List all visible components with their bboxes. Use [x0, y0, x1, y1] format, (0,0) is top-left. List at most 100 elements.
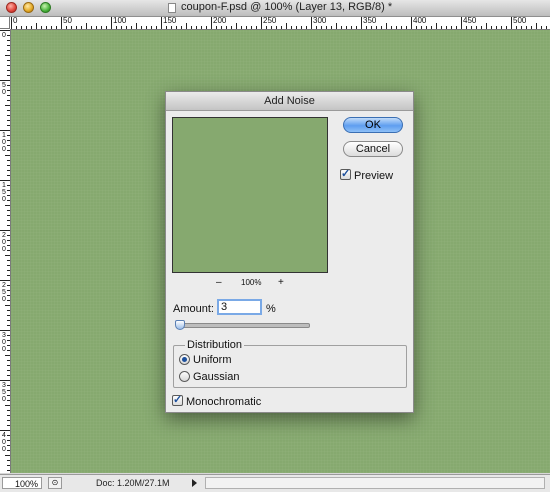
ruler-tick: [7, 320, 10, 321]
ruler-tick: [36, 23, 37, 29]
ruler-tick: [7, 50, 10, 51]
preview-zoom-in-button[interactable]: +: [278, 277, 284, 288]
ruler-tick: [7, 235, 10, 236]
ruler-origin-corner[interactable]: [0, 17, 10, 29]
ruler-label: 150: [163, 17, 177, 25]
amount-slider-track[interactable]: [178, 323, 310, 328]
ruler-tick: [121, 26, 122, 29]
ruler-tick: [206, 26, 207, 29]
ruler-tick: [66, 26, 67, 29]
gaussian-radio[interactable]: [179, 371, 190, 382]
ruler-tick: [511, 17, 512, 29]
vertical-ruler[interactable]: 0 50 100 150 200 250 300 350 400: [0, 29, 11, 473]
ruler-tick: [7, 90, 10, 91]
ok-button[interactable]: OK: [343, 117, 403, 133]
ruler-tick: [16, 26, 17, 29]
ruler-tick: [7, 145, 10, 146]
preview-zoom-out-button[interactable]: –: [216, 277, 222, 288]
ruler-tick: [7, 35, 10, 36]
document-icon: [168, 3, 176, 13]
ruler-tick: [471, 26, 472, 29]
ruler-tick: [536, 23, 537, 29]
ruler-tick: [291, 26, 292, 29]
ruler-tick: [7, 450, 10, 451]
ruler-tick: [41, 26, 42, 29]
ruler-tick: [236, 23, 237, 29]
ruler-tick: [526, 26, 527, 29]
ruler-tick: [91, 26, 92, 29]
ruler-tick: [266, 26, 267, 29]
ruler-tick: [7, 200, 10, 201]
ruler-tick: [101, 26, 102, 29]
minimize-button[interactable]: [23, 2, 34, 13]
ruler-tick: [7, 115, 10, 116]
ruler-tick: [26, 26, 27, 29]
ruler-tick: [161, 17, 162, 29]
ruler-tick: [381, 26, 382, 29]
ruler-tick: [7, 425, 10, 426]
ruler-tick: [516, 26, 517, 29]
ruler-tick: [61, 17, 62, 29]
ruler-tick: [0, 130, 10, 131]
ruler-tick: [7, 250, 10, 251]
preview-checkbox[interactable]: [340, 167, 351, 180]
ruler-tick: [7, 195, 10, 196]
ruler-tick: [7, 160, 10, 161]
ruler-tick: [496, 26, 497, 29]
close-button[interactable]: [6, 2, 17, 13]
filter-preview[interactable]: [172, 117, 328, 273]
ruler-label: 300: [2, 332, 6, 353]
ruler-tick: [7, 170, 10, 171]
ruler-tick: [541, 26, 542, 29]
horizontal-ruler[interactable]: 0 50 100 150 200 250 300 350 400 450 500: [10, 17, 550, 30]
amount-slider-thumb[interactable]: [175, 320, 185, 330]
ruler-tick: [226, 26, 227, 29]
ruler-tick: [421, 26, 422, 29]
ruler-tick: [451, 26, 452, 29]
ruler-tick: [136, 23, 137, 29]
ruler-tick: [396, 26, 397, 29]
ruler-tick: [56, 26, 57, 29]
status-options-icon[interactable]: ⊙: [48, 477, 62, 489]
cancel-button[interactable]: Cancel: [343, 141, 403, 157]
ruler-tick: [7, 465, 10, 466]
ruler-label: 50: [63, 17, 72, 25]
ruler-tick: [7, 295, 10, 296]
ruler-tick: [7, 120, 10, 121]
ruler-tick: [7, 460, 10, 461]
status-menu-arrow-icon[interactable]: [192, 479, 197, 487]
ruler-tick: [386, 23, 387, 29]
dialog-title: Add Noise: [166, 92, 413, 111]
ruler-tick: [7, 165, 10, 166]
ruler-tick: [246, 26, 247, 29]
amount-input[interactable]: 3: [217, 299, 262, 315]
uniform-radio[interactable]: [179, 354, 190, 365]
ruler-tick: [5, 55, 10, 56]
ruler-tick: [111, 17, 112, 29]
ruler-tick: [7, 410, 10, 411]
zoom-level-field[interactable]: 100%: [2, 477, 42, 489]
monochromatic-label: Monochromatic: [186, 396, 262, 408]
ruler-tick: [7, 150, 10, 151]
ruler-label: 500: [513, 17, 527, 25]
ruler-tick: [7, 385, 10, 386]
ruler-tick: [7, 400, 10, 401]
ruler-tick: [201, 26, 202, 29]
ruler-tick: [286, 23, 287, 29]
ruler-tick: [461, 17, 462, 29]
ruler-tick: [166, 26, 167, 29]
ruler-tick: [5, 155, 10, 156]
ruler-tick: [5, 255, 10, 256]
ruler-tick: [7, 215, 10, 216]
ruler-tick: [241, 26, 242, 29]
ruler-tick: [7, 440, 10, 441]
ruler-label: 0: [13, 17, 18, 25]
ruler-tick: [5, 105, 10, 106]
monochromatic-checkbox[interactable]: [172, 393, 183, 406]
ruler-tick: [71, 26, 72, 29]
zoom-button[interactable]: [40, 2, 51, 13]
ruler-tick: [361, 17, 362, 29]
horizontal-scrollbar[interactable]: [205, 477, 545, 489]
ruler-tick: [366, 26, 367, 29]
ruler-tick: [336, 23, 337, 29]
